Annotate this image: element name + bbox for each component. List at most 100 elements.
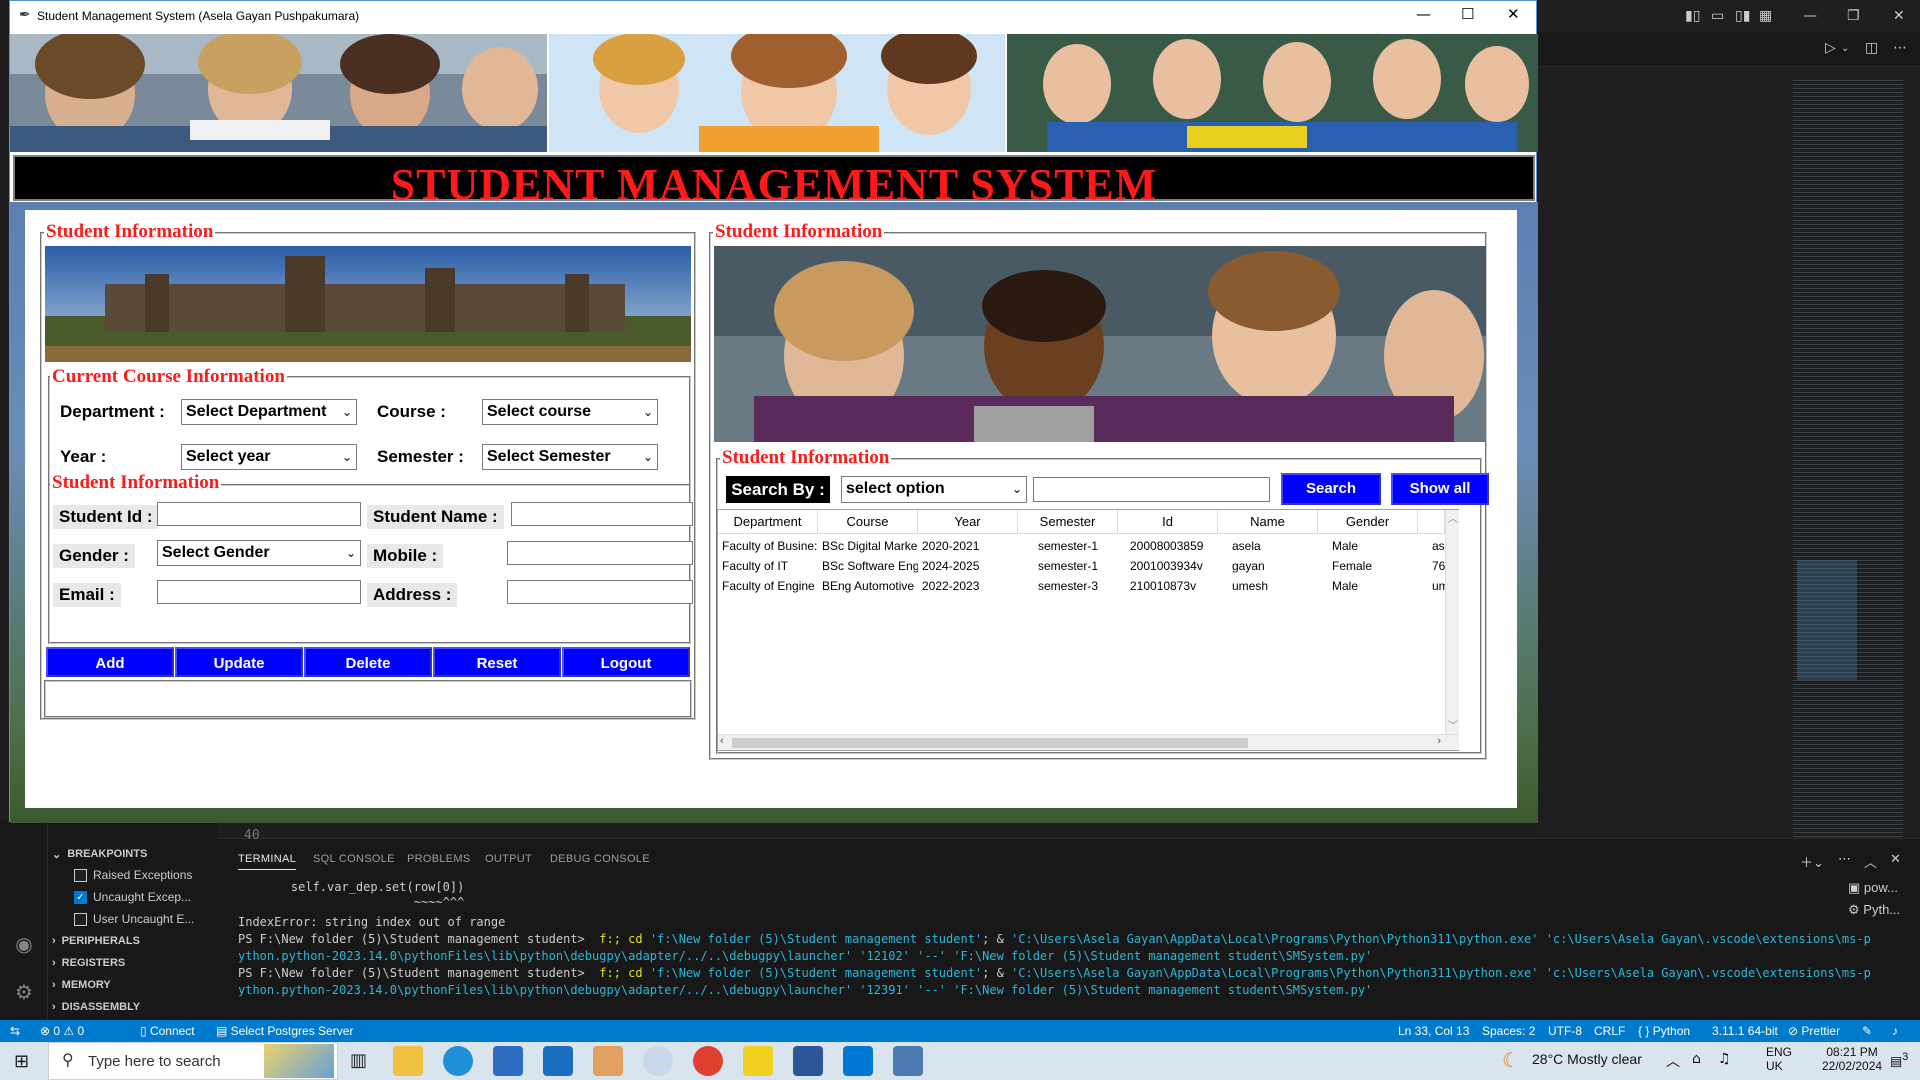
tray-chevron-icon[interactable]: ︿: [1666, 1051, 1680, 1071]
delete-button[interactable]: Delete: [304, 647, 432, 677]
task-view-icon[interactable]: ▥: [350, 1050, 367, 1071]
language-indicator[interactable]: ENG UK: [1766, 1045, 1792, 1073]
windows-start-icon[interactable]: ⊞: [14, 1051, 29, 1072]
uncaught-exceptions-checkbox[interactable]: ✓: [74, 890, 87, 904]
tab-debug-console[interactable]: DEBUG CONSOLE: [550, 853, 650, 865]
layout-custom-icon[interactable]: ▦: [1759, 8, 1772, 24]
minimap-viewport[interactable]: [1797, 560, 1857, 680]
memory-section[interactable]: › MEMORY: [52, 975, 111, 995]
uncaught-exceptions-item[interactable]: ✓ Uncaught Excep...: [74, 887, 191, 907]
table-row[interactable]: Faculty of Engine BEng Automotive 2022-2…: [718, 576, 1445, 596]
add-button[interactable]: Add: [46, 647, 174, 677]
restore-icon[interactable]: ❐: [1847, 8, 1860, 24]
window-titlebar[interactable]: ✒ Student Management System (Asela Gayan…: [10, 1, 1536, 32]
manage-gear-icon[interactable]: ⚙: [12, 980, 36, 1004]
column-header-semester[interactable]: Semester: [1018, 510, 1118, 534]
vertical-scrollbar[interactable]: ︿ ﹀: [1445, 510, 1459, 734]
gender-select[interactable]: Select Gender ⌄: [157, 540, 361, 566]
remote-icon[interactable]: ⇆: [10, 1024, 20, 1038]
raised-exceptions-item[interactable]: Raised Exceptions: [74, 865, 192, 885]
snipping-tool-icon[interactable]: [643, 1046, 673, 1076]
chrome-icon[interactable]: [693, 1046, 723, 1076]
logout-button[interactable]: Logout: [562, 647, 690, 677]
table-row[interactable]: Faculty of IT BSc Software Eng 2024-2025…: [718, 556, 1445, 576]
update-button[interactable]: Update: [175, 647, 303, 677]
horizontal-scroll-thumb[interactable]: [732, 738, 1248, 748]
eol-status[interactable]: CRLF: [1594, 1024, 1625, 1038]
network-icon[interactable]: ⌂: [1692, 1051, 1701, 1067]
python-icon[interactable]: [893, 1046, 923, 1076]
tab-output[interactable]: OUTPUT: [485, 853, 532, 865]
student-name-input[interactable]: [511, 502, 693, 526]
terminal-instance-powershell[interactable]: ▣ pow...: [1848, 880, 1898, 896]
notifications-bell-icon[interactable]: ♪: [1892, 1024, 1898, 1038]
encoding-status[interactable]: UTF-8: [1548, 1024, 1582, 1038]
connect-status[interactable]: ▯ Connect: [140, 1024, 195, 1038]
maximize-icon[interactable]: ☐: [1461, 5, 1474, 23]
semester-select[interactable]: Select Semester ⌄: [482, 444, 658, 470]
volume-icon[interactable]: ♫: [1718, 1051, 1731, 1067]
run-dropdown-icon[interactable]: ⌄: [1841, 43, 1849, 54]
minimap[interactable]: [1793, 80, 1903, 840]
show-all-button[interactable]: Show all: [1391, 473, 1489, 505]
mobile-input[interactable]: [507, 541, 693, 565]
registers-section[interactable]: › REGISTERS: [52, 953, 125, 973]
split-editor-icon[interactable]: ◫: [1865, 40, 1878, 56]
scroll-right-icon[interactable]: ›: [1437, 735, 1441, 747]
run-icon[interactable]: ▷: [1825, 40, 1836, 56]
language-status[interactable]: { } Python: [1638, 1024, 1690, 1038]
clock[interactable]: 08:21 PM 22/02/2024: [1822, 1045, 1882, 1073]
minimize-icon[interactable]: —: [1416, 5, 1431, 23]
peripherals-section[interactable]: › PERIPHERALS: [52, 931, 140, 951]
course-select[interactable]: Select course ⌄: [482, 399, 658, 425]
column-header-id[interactable]: Id: [1118, 510, 1218, 534]
new-terminal-icon[interactable]: ＋⌄: [1800, 852, 1824, 871]
breakpoints-section[interactable]: ⌄ BREAKPOINTS: [52, 844, 147, 864]
disassembly-section[interactable]: › DISASSEMBLY: [52, 997, 140, 1017]
prettier-status[interactable]: ⊘ Prettier: [1788, 1024, 1840, 1038]
interpreter-status[interactable]: 3.11.1 64-bit: [1712, 1024, 1778, 1038]
accounts-icon[interactable]: ◉: [12, 932, 36, 956]
column-header-year[interactable]: Year: [918, 510, 1018, 534]
feedback-icon[interactable]: ✎: [1862, 1024, 1872, 1038]
more-icon[interactable]: ⋯: [1838, 852, 1851, 867]
edge-icon[interactable]: [443, 1046, 473, 1076]
close-panel-icon[interactable]: ✕: [1890, 852, 1901, 867]
scroll-down-icon[interactable]: ﹀: [1448, 717, 1458, 732]
close-icon[interactable]: ✕: [1507, 5, 1520, 23]
more-actions-icon[interactable]: ⋯: [1893, 40, 1907, 56]
close-icon[interactable]: ✕: [1893, 8, 1905, 24]
column-header-extra[interactable]: [1418, 510, 1445, 534]
column-header-course[interactable]: Course: [818, 510, 918, 534]
student-table[interactable]: Department Course Year Semester Id Name …: [717, 509, 1459, 751]
layout-sidebar-icon[interactable]: ▮▯: [1685, 8, 1700, 24]
email-input[interactable]: [157, 580, 361, 604]
search-button[interactable]: Search: [1281, 473, 1381, 505]
search-option-select[interactable]: select option ⌄: [841, 476, 1027, 503]
tab-problems[interactable]: PROBLEMS: [407, 853, 471, 865]
postgres-status[interactable]: ▤ Select Postgres Server: [216, 1024, 353, 1038]
problems-status[interactable]: ⊗ 0 ⚠ 0: [40, 1024, 84, 1038]
cursor-position[interactable]: Ln 33, Col 13: [1398, 1024, 1469, 1038]
notification-center[interactable]: ▤3: [1890, 1051, 1908, 1069]
vscode-icon[interactable]: [843, 1046, 873, 1076]
indentation-status[interactable]: Spaces: 2: [1482, 1024, 1535, 1038]
taskbar-search-placeholder[interactable]: Type here to search: [88, 1053, 221, 1070]
student-id-input[interactable]: [157, 502, 361, 526]
layout-right-icon[interactable]: ▯▮: [1735, 8, 1750, 24]
scroll-up-icon[interactable]: ︿: [1448, 510, 1458, 525]
weather-text[interactable]: 28°C Mostly clear: [1532, 1051, 1642, 1067]
tab-sql-console[interactable]: SQL CONSOLE: [313, 853, 395, 865]
word-icon[interactable]: [793, 1046, 823, 1076]
terminal-instance-python[interactable]: ⚙ Pyth...: [1848, 902, 1900, 918]
media-player-icon[interactable]: [593, 1046, 623, 1076]
file-explorer-icon[interactable]: [393, 1046, 423, 1076]
address-input[interactable]: [507, 580, 693, 604]
column-header-name[interactable]: Name: [1218, 510, 1318, 534]
store-icon[interactable]: [493, 1046, 523, 1076]
maximize-panel-icon[interactable]: ︿: [1864, 852, 1877, 871]
column-header-department[interactable]: Department: [718, 510, 818, 534]
kmplayer-icon[interactable]: [743, 1046, 773, 1076]
layout-panel-icon[interactable]: ▭: [1711, 8, 1724, 24]
user-uncaught-item[interactable]: User Uncaught E...: [74, 909, 194, 929]
